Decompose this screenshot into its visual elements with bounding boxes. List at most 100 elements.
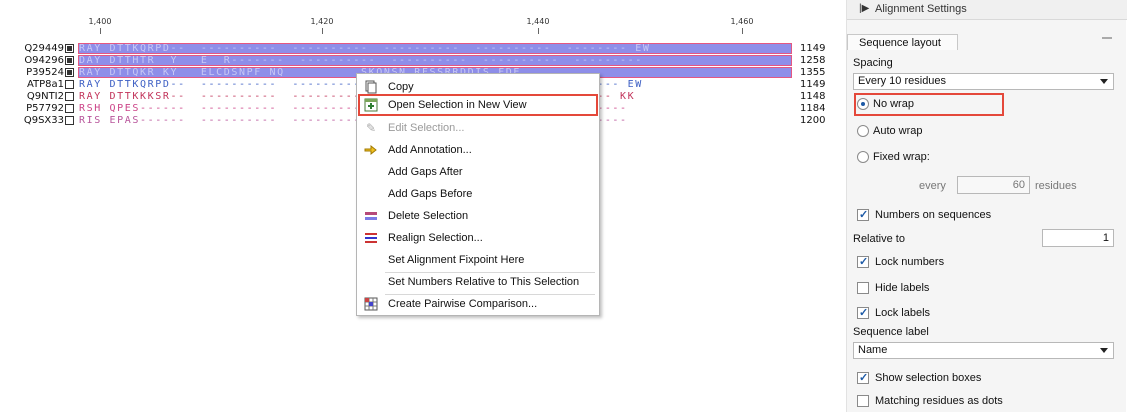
sequence-residues[interactable]: RAY DTTKQRPD-- ---------- ---------- ---… (79, 43, 795, 54)
sequence-checkbox[interactable] (65, 104, 74, 113)
new-view-icon (364, 98, 378, 112)
sequence-end-number: 1149 (800, 43, 826, 54)
sequence-residues[interactable]: DAY DTTHTR Y E R------- ---------- -----… (79, 55, 795, 66)
sequence-end-number: 1149 (800, 79, 826, 90)
sequence-end-number: 1200 (800, 115, 826, 126)
menu-item-realign-selection[interactable]: Realign Selection... (358, 227, 598, 249)
checkbox-label: Matching residues as dots (875, 395, 1003, 407)
checkbox-matching-residues[interactable]: Matching residues as dots (857, 392, 1003, 410)
pencil-icon: ✎ (365, 121, 377, 135)
ruler-tick-mark (100, 28, 101, 34)
menu-item-edit-selection[interactable]: ✎ Edit Selection... (358, 117, 598, 139)
highlight-frame (854, 93, 1004, 116)
menu-item-set-fixpoint[interactable]: Set Alignment Fixpoint Here (358, 249, 598, 271)
tab-sequence-layout[interactable]: Sequence layout (847, 34, 958, 50)
sequence-name[interactable]: Q9NTI2 (0, 91, 64, 102)
sequence-name[interactable]: P57792 (0, 103, 64, 114)
checkbox-numbers-on-sequences[interactable]: Numbers on sequences (857, 206, 991, 224)
menu-item-label: Copy (388, 81, 414, 93)
sequence-end-number: 1355 (800, 67, 826, 78)
sequence-name[interactable]: P39524 (0, 67, 64, 78)
radio-label: Auto wrap (873, 125, 923, 137)
checkbox[interactable] (857, 282, 869, 294)
alignment-ruler: 1,400 1,420 1,440 1,460 (0, 0, 845, 40)
sequence-name[interactable]: Q9SX33 (0, 115, 64, 126)
radio-label: Fixed wrap: (873, 151, 930, 163)
checkbox[interactable] (857, 395, 869, 407)
checkbox-label: Numbers on sequences (875, 209, 992, 221)
spacing-value: Every 10 residues (858, 75, 947, 87)
menu-item-label: Realign Selection... (388, 232, 483, 244)
minimize-icon[interactable] (1102, 37, 1112, 40)
sequence-end-number: 1184 (800, 103, 826, 114)
sequence-label-value: Name (858, 344, 888, 356)
checkbox-hide-labels[interactable]: Hide labels (857, 279, 929, 297)
radio-auto-wrap[interactable]: Auto wrap (857, 122, 923, 140)
spacing-dropdown[interactable]: Every 10 residues (853, 73, 1114, 90)
menu-item-add-gaps-before[interactable]: Add Gaps Before (358, 183, 598, 205)
realign-icon (364, 231, 378, 245)
sequence-checkbox[interactable] (65, 92, 74, 101)
menu-item-add-gaps-after[interactable]: Add Gaps After (358, 161, 598, 183)
ruler-tick-mark (538, 28, 539, 34)
menu-item-label: Add Gaps After (388, 166, 463, 178)
checkbox-lock-labels[interactable]: Lock labels (857, 304, 930, 322)
panel-title: Alignment Settings (875, 3, 967, 15)
menu-item-label: Edit Selection... (388, 122, 465, 134)
checkbox-show-selection-boxes[interactable]: Show selection boxes (857, 369, 981, 387)
sequence-checkbox[interactable] (65, 68, 74, 77)
menu-item-open-selection[interactable]: Open Selection in New View (358, 94, 598, 116)
sequence-checkbox[interactable] (65, 56, 74, 65)
menu-item-label: Open Selection in New View (388, 99, 527, 111)
menu-item-label: Set Numbers Relative to This Selection (388, 276, 580, 288)
checkbox[interactable] (857, 304, 869, 322)
sequence-label-label: Sequence label (853, 326, 929, 338)
relative-to-label: Relative to (853, 233, 905, 245)
radio-button[interactable] (857, 125, 869, 137)
checkbox-label: Lock numbers (875, 256, 945, 268)
annotation-icon (364, 143, 378, 157)
ruler-tick-label: 1,420 (310, 17, 334, 26)
menu-item-set-numbers-relative[interactable]: Set Numbers Relative to This Selection (358, 271, 598, 293)
radio-fixed-wrap[interactable]: Fixed wrap: (857, 148, 930, 166)
menu-item-label: Create Pairwise Comparison... (388, 298, 538, 310)
every-label: every (919, 180, 946, 192)
collapse-arrow-icon[interactable]: |▶ (859, 3, 869, 14)
checkbox[interactable] (857, 253, 869, 271)
checkbox[interactable] (857, 206, 869, 224)
sequence-name[interactable]: Q29449 (0, 43, 64, 54)
sequence-checkbox[interactable] (65, 116, 74, 125)
menu-item-add-annotation[interactable]: Add Annotation... (358, 139, 598, 161)
checkbox-lock-numbers[interactable]: Lock numbers (857, 253, 944, 271)
fixed-wrap-every-field[interactable]: 60 (957, 176, 1030, 194)
sequence-row[interactable]: O94296 DAY DTTHTR Y E R------- ---------… (0, 55, 845, 66)
checkbox-label: Lock labels (875, 307, 931, 319)
spacing-label: Spacing (853, 57, 893, 69)
ruler-tick-label: 1,400 (88, 17, 112, 26)
radio-button[interactable] (857, 151, 869, 163)
checkbox[interactable] (857, 369, 869, 387)
ruler-tick-label: 1,440 (526, 17, 550, 26)
menu-item-delete-selection[interactable]: Delete Selection (358, 205, 598, 227)
sequence-name[interactable]: O94296 (0, 55, 64, 66)
panel-header[interactable]: |▶ Alignment Settings (847, 0, 1127, 20)
sequence-checkbox[interactable] (65, 80, 74, 89)
chevron-down-icon (1100, 79, 1108, 84)
relative-to-field[interactable]: 1 (1042, 229, 1114, 247)
menu-item-create-pairwise[interactable]: Create Pairwise Comparison... (358, 293, 598, 315)
sequence-checkbox[interactable] (65, 44, 74, 53)
grid-icon (364, 297, 378, 311)
sequence-name[interactable]: ATP8a1 (0, 79, 64, 90)
checkbox-label: Hide labels (875, 282, 930, 294)
context-menu[interactable]: Copy Open Selection in New View ✎ Edit S… (356, 73, 600, 316)
menu-item-label: Delete Selection (388, 210, 469, 222)
sequence-row[interactable]: Q29449 RAY DTTKQRPD-- ---------- -------… (0, 43, 845, 54)
menu-item-label: Add Annotation... (388, 144, 472, 156)
delete-selection-icon (364, 209, 378, 223)
checkbox-label: Show selection boxes (875, 372, 982, 384)
sequence-label-dropdown[interactable]: Name (853, 342, 1114, 359)
ruler-tick-mark (322, 28, 323, 34)
ruler-tick-label: 1,460 (730, 17, 754, 26)
sequence-end-number: 1258 (800, 55, 826, 66)
menu-item-label: Add Gaps Before (388, 188, 473, 200)
